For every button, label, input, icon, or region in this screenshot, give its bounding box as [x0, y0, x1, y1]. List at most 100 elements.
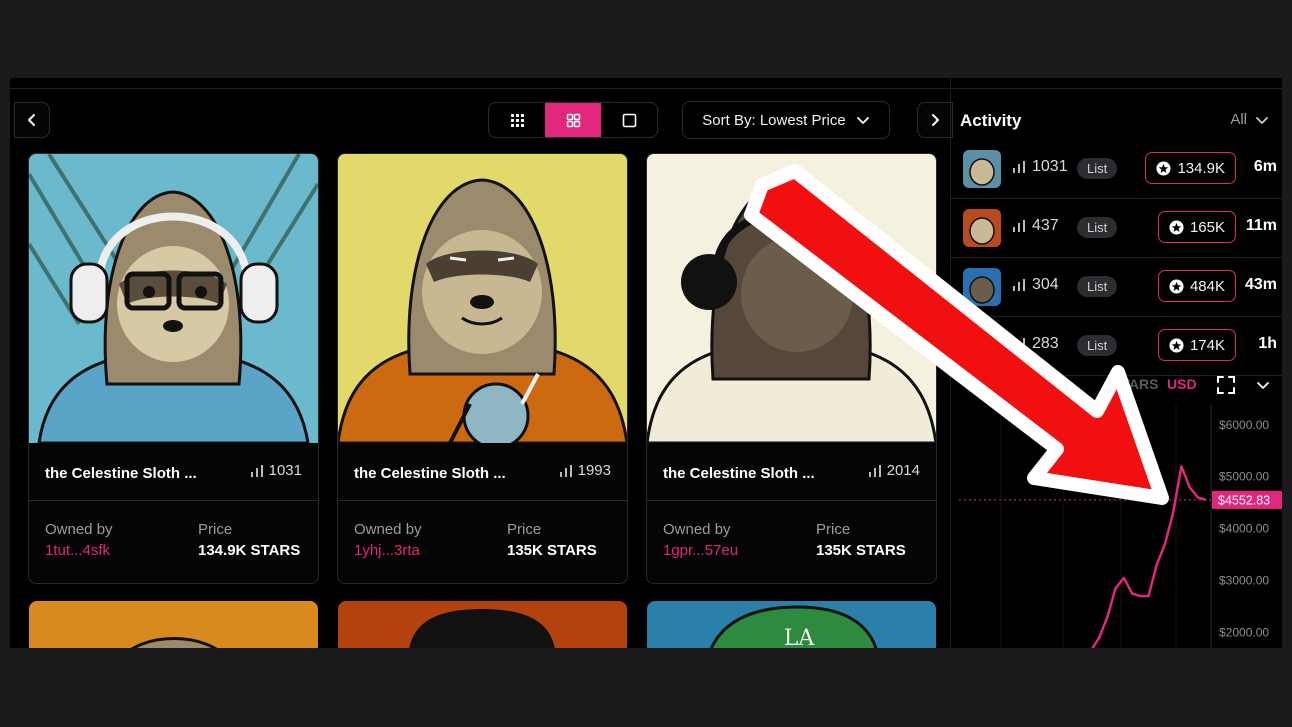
- activity-rank-value: 283: [1032, 335, 1059, 352]
- activity-title: Activity: [960, 111, 1022, 130]
- rank-bars-icon: [250, 464, 263, 477]
- activity-rank-value: 1031: [1032, 158, 1068, 175]
- activity-filter-dropdown[interactable]: All: [1230, 111, 1269, 128]
- view-large-button[interactable]: [601, 103, 657, 137]
- activity-time: 11m: [1245, 217, 1277, 234]
- grid-small-icon: [510, 113, 524, 127]
- amount-pill: 484K: [1157, 270, 1236, 302]
- sort-label: Sort By: Lowest Price: [702, 111, 846, 129]
- owner-link[interactable]: 1tut...4sfk: [45, 542, 110, 559]
- collapse-filters-button[interactable]: [14, 102, 50, 138]
- price-chart: $6000.00 $5000.00 $4000.00 $3000.00 $2000.00…: [959, 404, 1282, 648]
- activity-row[interactable]: 304 List 484K 43m: [951, 258, 1282, 317]
- event-badge: List: [1077, 217, 1118, 238]
- currency-usd-toggle[interactable]: USD: [1167, 376, 1197, 392]
- current-price-label: $4552.83: [1218, 493, 1270, 507]
- stars-token-icon: [1169, 278, 1184, 294]
- event-badge: List: [1077, 276, 1118, 297]
- nft-title: the Celestine Sloth ...: [663, 465, 815, 482]
- y-tick-label: $5000.00: [1219, 470, 1269, 484]
- price-series-line: [1091, 465, 1207, 648]
- sort-dropdown[interactable]: Sort By: Lowest Price: [682, 101, 890, 139]
- rarity-rank: 1993: [559, 462, 611, 479]
- nft-card-partial[interactable]: [338, 601, 627, 648]
- rarity-rank: 1031: [250, 462, 302, 479]
- price-value: 135K STARS: [816, 542, 906, 559]
- activity-thumbnail: [963, 268, 1001, 306]
- stars-token-icon: [1156, 160, 1171, 176]
- activity-row[interactable]: 437 List 165K 11m: [951, 199, 1282, 258]
- square-icon: [622, 113, 636, 127]
- activity-rank: 304: [1013, 276, 1059, 294]
- amount-pill: 134.9K: [1145, 152, 1236, 184]
- nft-card[interactable]: the Celestine Sloth ... 1993 Owned by 1y…: [337, 153, 628, 584]
- view-medium-grid-button[interactable]: [545, 103, 601, 137]
- event-badge: List: [1077, 335, 1118, 356]
- nft-card[interactable]: the Celestine Sloth ... 1031 Owned by 1t…: [28, 153, 319, 584]
- amount-value: 134.9K: [1177, 159, 1225, 177]
- expand-activity-button[interactable]: [917, 102, 953, 138]
- price-label: Price: [507, 521, 542, 538]
- amount-value: 174K: [1189, 336, 1225, 354]
- rank-bars-icon: [559, 464, 572, 477]
- activity-rank: 1031: [1013, 158, 1068, 176]
- activity-time: 1h: [1258, 335, 1277, 352]
- stars-token-icon: [1169, 337, 1184, 353]
- owned-by-label: Owned by: [45, 521, 113, 538]
- amount-value: 484K: [1189, 277, 1225, 295]
- card-divider: [338, 500, 627, 501]
- rank-bars-icon: [1013, 220, 1025, 232]
- rarity-rank: 2014: [868, 462, 920, 479]
- activity-thumbnail: [963, 327, 1001, 365]
- card-divider: [647, 500, 936, 501]
- activity-time: 6m: [1253, 158, 1277, 175]
- rank-value: 2014: [886, 462, 920, 479]
- owner-link[interactable]: 1yhj...3rta: [354, 542, 420, 559]
- nft-image: [29, 154, 318, 443]
- expand-icon[interactable]: [1217, 376, 1235, 394]
- nft-card-partial[interactable]: [29, 601, 318, 648]
- chevron-down-icon: [1256, 116, 1268, 124]
- chevron-right-icon: [932, 114, 939, 126]
- nft-title: the Celestine Sloth ...: [45, 465, 197, 482]
- currency-stars-toggle[interactable]: STARS: [1112, 376, 1158, 392]
- amount-pill: 165K: [1157, 211, 1236, 243]
- view-small-grid-button[interactable]: [489, 103, 545, 137]
- rank-bars-icon: [1013, 161, 1025, 173]
- marketplace-window: Sort By: Lowest Price the Celestine Slot…: [10, 78, 1282, 648]
- activity-rank: 437: [1013, 217, 1059, 235]
- activity-time: 43m: [1244, 276, 1277, 293]
- activity-row[interactable]: 1031 List 134.9K 6m: [951, 140, 1282, 199]
- stars-token-icon: [1169, 219, 1184, 235]
- price-label: Price: [816, 521, 851, 538]
- amount-value: 165K: [1189, 218, 1225, 236]
- rank-value: 1031: [268, 462, 302, 479]
- nft-image: [338, 601, 627, 648]
- rank-value: 1993: [577, 462, 611, 479]
- card-divider: [29, 500, 318, 501]
- owned-by-label: Owned by: [354, 521, 422, 538]
- chevron-left-icon: [28, 114, 35, 126]
- nft-image: [338, 154, 627, 443]
- rank-bars-icon: [868, 464, 881, 477]
- y-tick-label: $4000.00: [1219, 522, 1269, 536]
- price-label: Price: [198, 521, 233, 538]
- owner-link[interactable]: 1gpr...57eu: [663, 542, 738, 559]
- activity-panel: Activity All 1031 List 134.9K 6m 437 Lis…: [950, 78, 1282, 648]
- nft-card[interactable]: the Celestine Sloth ... 2014 Owned by 1g…: [646, 153, 937, 584]
- activity-thumbnail: [963, 150, 1001, 188]
- chevron-down-icon[interactable]: [1256, 378, 1270, 392]
- nft-card-partial[interactable]: LA: [647, 601, 936, 648]
- nft-title: the Celestine Sloth ...: [354, 465, 506, 482]
- activity-thumbnail: [963, 209, 1001, 247]
- price-value: 134.9K STARS: [198, 542, 301, 559]
- cap-text: LA: [784, 626, 816, 648]
- grid-medium-icon: [566, 113, 580, 127]
- activity-filter-label: All: [1230, 111, 1247, 128]
- y-tick-label: $6000.00: [1219, 418, 1269, 432]
- owned-by-label: Owned by: [663, 521, 731, 538]
- rank-bars-icon: [1013, 279, 1025, 291]
- activity-rank: 283: [1013, 335, 1059, 353]
- activity-rank-value: 437: [1032, 217, 1059, 234]
- chart-controls: STARS USD: [951, 368, 1282, 402]
